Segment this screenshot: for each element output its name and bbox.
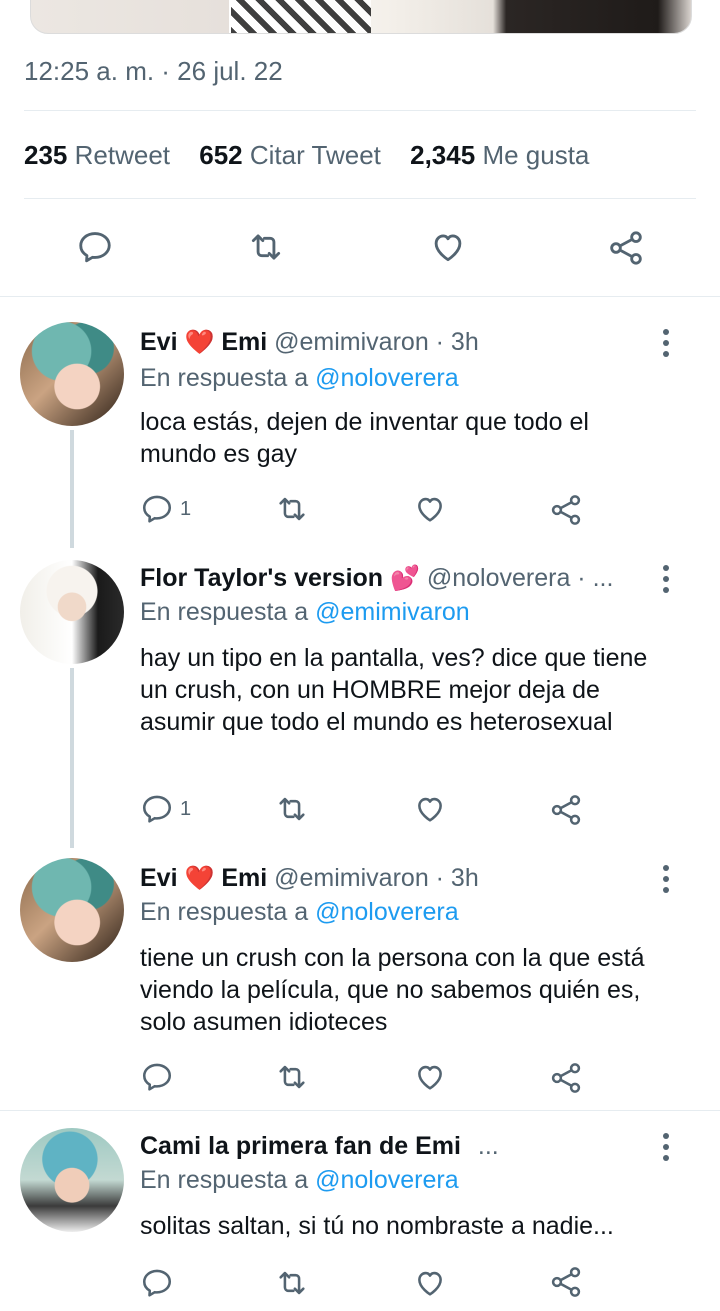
heart-emoji: ❤️	[184, 865, 215, 892]
more-vertical-icon[interactable]	[656, 326, 676, 365]
divider	[24, 110, 696, 111]
reply-icon[interactable]	[140, 1060, 174, 1094]
reply-header: Evi ❤️ Emi @emimivaron · 3h	[140, 328, 479, 357]
retweets-stat[interactable]: 235 Retweet	[24, 140, 170, 170]
reply-count: 1	[180, 498, 192, 520]
reply-header: Flor Taylor's version 💕 @noloverera · ..…	[140, 564, 613, 593]
heart-emoji: ❤️	[184, 329, 215, 356]
share-icon[interactable]	[548, 792, 584, 828]
quotes-label: Citar Tweet	[249, 140, 381, 170]
reply-text: tiene un crush con la persona con la que…	[140, 944, 645, 1036]
media-pattern	[231, 0, 371, 33]
avatar[interactable]	[20, 322, 124, 426]
avatar[interactable]	[20, 858, 124, 962]
divider	[0, 1110, 720, 1111]
reply-to-line: En respuesta a @noloverera	[140, 898, 459, 927]
tweet-timestamp[interactable]: 12:25 a. m. · 26 jul. 22	[24, 56, 283, 87]
display-name[interactable]: Evi ❤️ Emi	[140, 328, 267, 356]
share-icon[interactable]	[548, 492, 584, 528]
divider	[0, 296, 720, 297]
tweet-stats: 235 Retweet 652 Citar Tweet 2,345 Me gus…	[24, 140, 611, 171]
display-name[interactable]: Cami la primera fan de Emi	[140, 1132, 461, 1160]
more-vertical-icon[interactable]	[656, 1130, 676, 1169]
thread-line	[70, 668, 74, 848]
reply-to-line: En respuesta a @emimivaron	[140, 598, 470, 627]
reply-to-prefix: En respuesta a	[140, 598, 309, 626]
reply-to-line: En respuesta a @noloverera	[140, 1166, 459, 1195]
avatar[interactable]	[20, 560, 124, 664]
retweet-icon[interactable]	[246, 228, 286, 266]
reply-to-handle[interactable]: @emimivaron	[315, 598, 470, 626]
handle-and-time[interactable]: @noloverera · ...	[427, 564, 614, 592]
retweets-count: 235	[24, 140, 68, 170]
name-prefix: Evi	[140, 864, 178, 892]
reply-icon[interactable]	[140, 792, 174, 826]
handle-and-time[interactable]: @emimivaron · 3h	[274, 864, 479, 892]
reply-icon[interactable]	[140, 492, 174, 526]
reply-text: hay un tipo en la pantalla, ves? dice qu…	[140, 644, 648, 736]
quotes-count: 652	[199, 140, 243, 170]
name-prefix: Cami la primera fan de Emi	[140, 1132, 461, 1160]
retweet-icon[interactable]	[274, 1266, 310, 1300]
heart-icon[interactable]	[412, 792, 448, 826]
avatar[interactable]	[20, 1128, 124, 1232]
name-suffix: Emi	[221, 864, 268, 892]
reply-to-prefix: En respuesta a	[140, 364, 309, 392]
heart-icon[interactable]	[412, 1266, 448, 1300]
retweet-icon[interactable]	[274, 1060, 310, 1094]
reply-to-prefix: En respuesta a	[140, 898, 309, 926]
reply-header: Evi ❤️ Emi @emimivaron · 3h	[140, 864, 479, 893]
retweets-label: Retweet	[74, 140, 171, 170]
reply-to-handle[interactable]: @noloverera	[315, 898, 459, 926]
retweet-icon[interactable]	[274, 792, 310, 826]
reply-icon[interactable]	[140, 1266, 174, 1300]
reply-text: loca estás, dejen de inventar que todo e…	[140, 408, 589, 468]
display-name[interactable]: Flor Taylor's version 💕	[140, 564, 420, 592]
share-icon[interactable]	[606, 228, 646, 268]
reply-to-prefix: En respuesta a	[140, 1166, 309, 1194]
reply-icon[interactable]	[76, 228, 114, 266]
reply-count: 1	[180, 798, 192, 820]
likes-count: 2,345	[410, 140, 476, 170]
likes-stat[interactable]: 2,345 Me gusta	[410, 140, 589, 170]
display-name[interactable]: Evi ❤️ Emi	[140, 864, 267, 892]
reply-to-line: En respuesta a @noloverera	[140, 364, 459, 393]
heart-icon[interactable]	[412, 492, 448, 526]
thread-line	[70, 430, 74, 548]
more-vertical-icon[interactable]	[656, 562, 676, 601]
share-icon[interactable]	[548, 1060, 584, 1096]
handle-and-time[interactable]: @emimivaron · 3h	[274, 328, 479, 356]
share-icon[interactable]	[548, 1264, 584, 1300]
reply-to-handle[interactable]: @noloverera	[315, 364, 459, 392]
tweet-media-image[interactable]	[30, 0, 692, 34]
retweet-icon[interactable]	[274, 492, 310, 526]
name-prefix: Evi	[140, 328, 178, 356]
reply-to-handle[interactable]: @noloverera	[315, 1166, 459, 1194]
more-vertical-icon[interactable]	[656, 862, 676, 901]
hearts-emoji: 💕	[390, 565, 420, 592]
name-prefix: Flor Taylor's version	[140, 564, 384, 592]
heart-icon[interactable]	[428, 228, 468, 266]
heart-icon[interactable]	[412, 1060, 448, 1094]
divider	[24, 198, 696, 199]
likes-label: Me gusta	[482, 140, 590, 170]
reply-header: Cami la primera fan de Emi ...	[140, 1132, 499, 1161]
reply-text: solitas saltan, si tú no nombraste a nad…	[140, 1212, 614, 1240]
name-suffix: Emi	[221, 328, 268, 356]
handle-and-time[interactable]: ...	[478, 1132, 499, 1160]
quotes-stat[interactable]: 652 Citar Tweet	[199, 140, 381, 170]
